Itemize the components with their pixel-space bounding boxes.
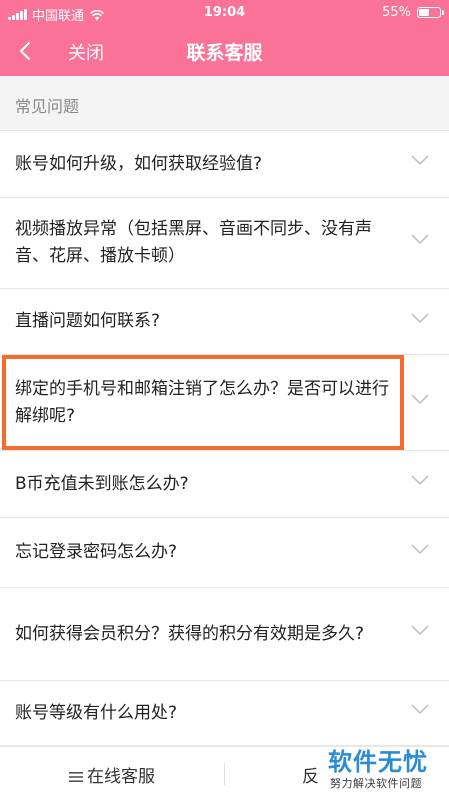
faq-item-text: 直播问题如何联系? [15,311,161,331]
feedback-label: 反 [302,767,319,787]
section-title: 常见问题 [15,97,80,116]
chevron-down-icon [411,475,429,486]
chevron-down-icon [411,234,429,245]
faq-item-member-points[interactable]: 如何获得会员积分？获得的积分有效期是多久? [0,588,449,681]
faq-item-text: 如何获得会员积分？获得的积分有效期是多久? [15,623,365,644]
faq-item-video-playback[interactable]: 视频播放异常（包括黑屏、音画不同步、没有声音、花屏、播放卡顿） [0,198,449,289]
faq-item-unbind-phone-email[interactable]: 绑定的手机号和邮箱注销了怎么办？是否可以进行解绑呢? [0,355,449,451]
menu-icon [69,772,83,782]
chevron-down-icon [411,155,429,166]
faq-item-account-level-use[interactable]: 账号等级有什么用处? [0,681,449,746]
faq-item-text: B币充值未到账怎么办? [15,473,189,494]
nav-bar: 关闭 联系客服 [0,26,449,76]
faq-item-text: 账号等级有什么用处? [15,702,178,723]
faq-item-text: 视频播放异常（包括黑屏、音画不同步、没有声音、花屏、播放卡顿） [15,219,372,266]
status-bar: 中国联通 19:04 55% [0,0,449,26]
section-header: 常见问题 [0,76,449,131]
faq-list: 账号如何升级，如何获取经验值? 视频播放异常（包括黑屏、音画不同步、没有声音、花… [0,131,449,746]
faq-item-text: 忘记登录密码怎么办? [15,542,178,562]
chevron-down-icon [411,543,429,554]
bottom-divider [224,763,225,785]
chevron-down-icon [411,312,429,323]
faq-item-text: 账号如何升级，如何获取经验值? [15,153,263,174]
online-service-label: 在线客服 [87,767,155,787]
status-right: 55% [382,5,444,20]
faq-item-forgot-password[interactable]: 忘记登录密码怎么办? [0,518,449,588]
battery-fill [419,9,430,16]
close-button[interactable]: 关闭 [68,39,104,65]
faq-item-level-upgrade[interactable]: 账号如何升级，如何获取经验值? [0,131,449,198]
battery-icon [417,7,444,18]
back-arrow-icon[interactable] [14,39,38,63]
feedback-button[interactable]: 反 [302,762,319,787]
chevron-down-icon [411,393,429,404]
online-service-button[interactable]: 在线客服 [0,762,224,787]
chevron-down-icon [411,625,429,636]
faq-item-live-stream[interactable]: 直播问题如何联系? [0,289,449,355]
chevron-down-icon [411,704,429,715]
battery-percent: 55% [382,5,411,20]
faq-item-text: 绑定的手机号和邮箱注销了怎么办？是否可以进行解绑呢? [15,378,389,426]
faq-item-bcoin-recharge[interactable]: B币充值未到账怎么办? [0,451,449,518]
bottom-bar: 在线客服 反 [0,746,449,800]
